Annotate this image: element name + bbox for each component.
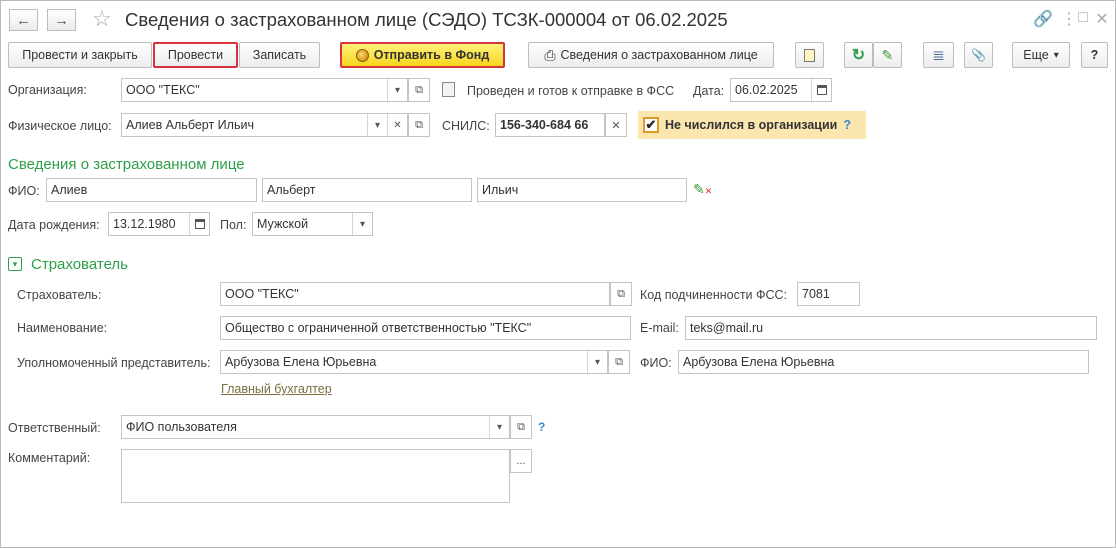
- report-button[interactable]: [795, 42, 824, 68]
- save-button[interactable]: Записать: [239, 42, 320, 68]
- paperclip-icon: 📎: [971, 48, 986, 62]
- document-clock-icon: [804, 48, 815, 62]
- link-icon[interactable]: 🔗: [1033, 9, 1053, 29]
- email-field[interactable]: teks@mail.ru: [685, 316, 1097, 340]
- not-employed-checkbox-area[interactable]: ✔ Не числился в организации ?: [638, 111, 866, 139]
- not-employed-checkbox[interactable]: ✔: [643, 117, 659, 133]
- birth-date-field[interactable]: 13.12.1980: [108, 212, 210, 236]
- post-button[interactable]: Провести: [153, 42, 238, 68]
- calendar-icon: [816, 85, 827, 95]
- sex-label: Пол:: [220, 218, 247, 232]
- person-label: Физическое лицо:: [8, 119, 112, 133]
- representative-fio-field[interactable]: Арбузова Елена Юрьевна: [678, 350, 1089, 374]
- open-link-icon: ⧉: [517, 420, 525, 433]
- fio-label: ФИО:: [8, 184, 40, 198]
- refresh-icon: ↻: [851, 47, 866, 64]
- representative-label: Уполномоченный представитель:: [17, 356, 211, 370]
- person-field[interactable]: Алиев Альберт Ильич ▾ ✕: [121, 113, 408, 137]
- posted-document-icon: [442, 82, 455, 97]
- attachments-button[interactable]: 📎: [964, 42, 993, 68]
- middle-name-field[interactable]: Ильич: [477, 178, 687, 202]
- snils-field[interactable]: 156-340-684 66: [495, 113, 605, 137]
- fss-code-field[interactable]: 7081: [797, 282, 860, 306]
- snils-label: СНИЛС:: [442, 119, 490, 133]
- fss-code-label: Код подчиненности ФСС:: [640, 288, 788, 302]
- representative-fio-label: ФИО:: [640, 356, 672, 370]
- open-link-icon: ⧉: [415, 118, 423, 131]
- arrow-right-icon: →: [54, 11, 69, 29]
- organization-field[interactable]: ООО "ТЕКС" ▾: [121, 78, 408, 102]
- status-text: Проведен и готов к отправке в ФСС: [467, 84, 675, 98]
- insurer-name-field[interactable]: Общество с ограниченной ответственностью…: [220, 316, 631, 340]
- comment-label: Комментарий:: [8, 451, 91, 465]
- open-link-icon: ⧉: [617, 287, 625, 300]
- open-link-icon: ⧉: [415, 83, 423, 96]
- dropdown-arrow-icon[interactable]: ▾: [352, 213, 372, 235]
- representative-field[interactable]: Арбузова Елена Юрьевна ▾: [220, 350, 608, 374]
- post-and-close-button[interactable]: Провести и закрыть: [8, 42, 152, 68]
- dropdown-arrow-icon[interactable]: ▾: [367, 114, 387, 136]
- send-to-fund-button[interactable]: Отправить в Фонд: [340, 42, 505, 68]
- arrow-left-icon: ←: [16, 11, 31, 29]
- document-window: ← → ☆ Сведения о застрахованном лице (СЭ…: [0, 0, 1116, 548]
- organization-label: Организация:: [8, 83, 87, 97]
- not-employed-label: Не числился в организации: [665, 118, 838, 132]
- back-button[interactable]: ←: [9, 9, 38, 31]
- collapse-insurer-toggle[interactable]: ▾: [8, 257, 22, 271]
- ellipsis-icon: ...: [516, 455, 526, 467]
- help-question-icon[interactable]: ?: [538, 420, 545, 434]
- fund-coin-icon: [355, 48, 369, 62]
- insurer-field[interactable]: ООО "ТЕКС": [220, 282, 610, 306]
- open-responsible-button[interactable]: ⧉: [510, 415, 532, 439]
- calendar-button[interactable]: [811, 79, 831, 101]
- chevron-down-icon: ▾: [12, 258, 18, 269]
- calendar-icon: [194, 219, 205, 229]
- comment-textarea[interactable]: [121, 449, 510, 503]
- open-link-icon: ⧉: [615, 355, 623, 368]
- clear-button[interactable]: ✎: [873, 42, 902, 68]
- open-organization-button[interactable]: ⧉: [408, 78, 430, 102]
- chevron-down-icon: ▾: [1053, 49, 1059, 61]
- pencil-clear-icon: ✎: [881, 46, 894, 63]
- printer-icon: ⎙: [544, 46, 556, 63]
- calendar-button[interactable]: [189, 213, 209, 235]
- date-field[interactable]: 06.02.2025: [730, 78, 832, 102]
- help-question-icon[interactable]: ?: [843, 118, 851, 132]
- restore-icon[interactable]: □: [1073, 9, 1093, 27]
- insured-section-title: Сведения о застрахованном лице: [8, 156, 245, 173]
- structure-button[interactable]: ≣: [923, 42, 954, 68]
- close-icon[interactable]: ✕: [1092, 9, 1112, 29]
- list-icon: ≣: [932, 47, 945, 64]
- dropdown-arrow-icon[interactable]: ▾: [587, 351, 607, 373]
- clear-snils-button[interactable]: ✕: [605, 113, 627, 137]
- insured-info-print-button[interactable]: ⎙ Сведения о застрахованном лице: [528, 42, 774, 68]
- edit-fio-icon[interactable]: ✎✕: [693, 181, 712, 198]
- open-person-button[interactable]: ⧉: [408, 113, 430, 137]
- open-insurer-button[interactable]: ⧉: [610, 282, 632, 306]
- sex-select[interactable]: Мужской ▾: [252, 212, 373, 236]
- help-button[interactable]: ?: [1081, 42, 1108, 68]
- insurer-section-title[interactable]: Страхователь: [31, 256, 128, 273]
- comment-edit-button[interactable]: ...: [510, 449, 532, 473]
- insurer-name-label: Наименование:: [17, 321, 108, 335]
- date-label: Дата:: [693, 84, 725, 98]
- forward-button[interactable]: →: [47, 9, 76, 31]
- insurer-label: Страхователь:: [17, 288, 102, 302]
- star-icon[interactable]: ☆: [92, 6, 112, 32]
- last-name-field[interactable]: Алиев: [46, 178, 257, 202]
- responsible-field[interactable]: ФИО пользователя ▾: [121, 415, 510, 439]
- clear-x-icon[interactable]: ✕: [387, 114, 407, 136]
- first-name-field[interactable]: Альберт: [262, 178, 472, 202]
- email-label: E-mail:: [640, 321, 679, 335]
- chief-accountant-link[interactable]: Главный бухгалтер: [221, 382, 332, 396]
- refresh-button[interactable]: ↻: [844, 42, 873, 68]
- responsible-label: Ответственный:: [8, 421, 101, 435]
- dropdown-arrow-icon[interactable]: ▾: [387, 79, 407, 101]
- clear-x-icon: ✕: [611, 119, 621, 132]
- page-title: Сведения о застрахованном лице (СЭДО) ТС…: [125, 9, 728, 30]
- birth-date-label: Дата рождения:: [8, 218, 100, 232]
- open-representative-button[interactable]: ⧉: [608, 350, 630, 374]
- more-button[interactable]: Еще ▾: [1012, 42, 1070, 68]
- dropdown-arrow-icon[interactable]: ▾: [489, 416, 509, 438]
